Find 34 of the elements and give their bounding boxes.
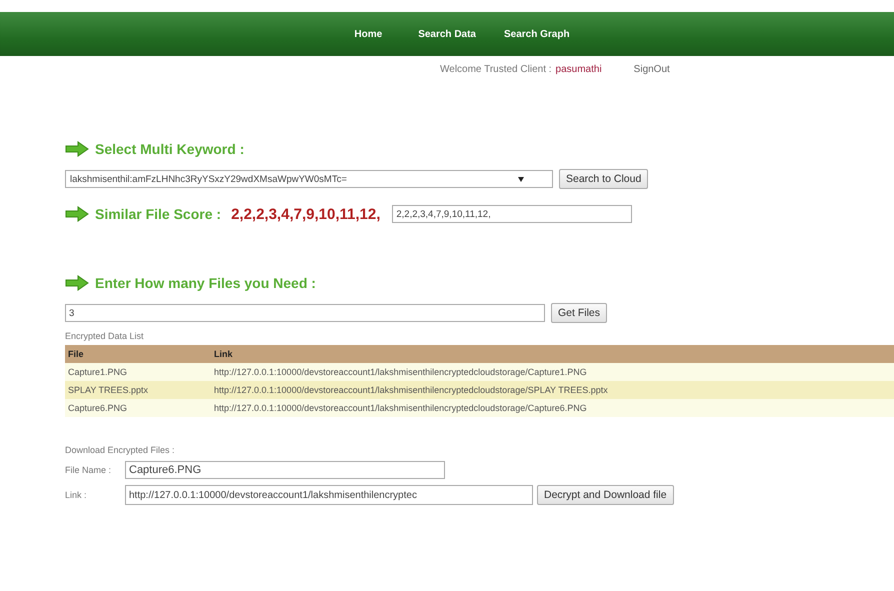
search-button[interactable]: Search to Cloud (559, 169, 648, 189)
count-field[interactable]: 3 (65, 304, 545, 322)
link-field[interactable]: http://127.0.0.1:10000/devstoreaccount1/lakshmisenthilencryptec (125, 485, 533, 505)
get-files-button[interactable]: Get Files (551, 303, 608, 323)
file-name-field[interactable]: Capture6.PNG (125, 461, 445, 479)
file-cell: SPLAY TREES.pptx (65, 381, 211, 399)
section-heading: Select Multi Keyword : (95, 141, 244, 157)
nav-link[interactable]: Search Data (418, 28, 476, 40)
link-cell: http://127.0.0.1:10000/devstoreaccount1/lakshmisenthilencryptedcloudstorage/Capture6.PNG (211, 399, 894, 417)
table-caption: Encrypted Data List (65, 331, 145, 341)
welcome-text: Welcome Trusted Client : (440, 64, 552, 75)
score-values: 2,2,2,3,4,7,9,10,11,12, (231, 206, 380, 222)
link-cell: http://127.0.0.1:10000/devstoreaccount1/lakshmisenthilencryptedcloudstorage/Capture1.PNG (211, 363, 894, 381)
score-field[interactable]: 2,2,2,3,4,7,9,10,11,12, (392, 205, 632, 223)
column-header: File (65, 345, 211, 363)
nav-link[interactable]: Home (354, 28, 382, 40)
arrow-icon (65, 275, 89, 291)
signout-link[interactable]: SignOut (634, 64, 670, 75)
decrypt-button[interactable]: Decrypt and Download file (537, 485, 674, 505)
file-cell: Capture6.PNG (65, 399, 211, 417)
file-cell: Capture1.PNG (65, 363, 211, 381)
user-name: pasumathi (556, 64, 602, 75)
field-label: File Name : (65, 465, 112, 475)
column-header: Link (211, 345, 894, 363)
field-label: Link : (65, 490, 88, 500)
caret-icon (518, 176, 524, 182)
keyword-dropdown[interactable]: lakshmisenthil:amFzLHNhc3RyYSxzY29wdXMsaWpwYW0sMTc= (65, 170, 553, 188)
nav-link[interactable]: Search Graph (504, 28, 570, 40)
section-heading: Enter How many Files you Need : (95, 275, 316, 291)
section-heading: Similar File Score : (95, 206, 222, 222)
download-caption: Download Encrypted Files : (65, 445, 176, 455)
arrow-icon (65, 141, 89, 157)
arrow-icon (65, 206, 89, 222)
link-cell: http://127.0.0.1:10000/devstoreaccount1/lakshmisenthilencryptedcloudstorage/SPLAY TREES.pptx (211, 381, 894, 399)
